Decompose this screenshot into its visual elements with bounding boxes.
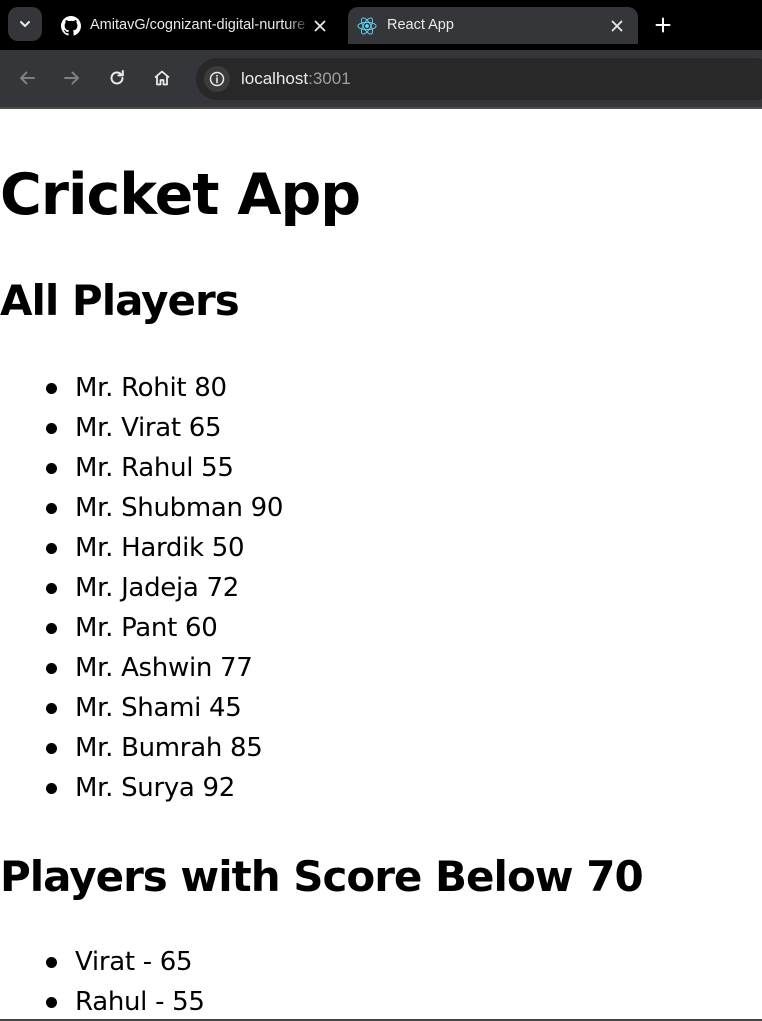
- list-item: Mr. Surya 92: [0, 768, 762, 808]
- bullet: [46, 543, 57, 554]
- address-bar[interactable]: localhost:3001: [196, 58, 762, 100]
- forward-button[interactable]: [61, 67, 83, 89]
- url-text: localhost:3001: [241, 58, 351, 100]
- player-entry: Virat - 65: [75, 947, 193, 977]
- tab-title: AmitavG/cognizant-digital-nurture: [90, 17, 306, 33]
- home-icon: [154, 70, 170, 86]
- page-title: Cricket App: [0, 162, 361, 228]
- list-item: Mr. Ashwin 77: [0, 648, 762, 688]
- reload-icon: [110, 70, 124, 85]
- below-70-list: Virat - 65 Rahul - 55: [0, 942, 762, 1021]
- list-item: Mr. Jadeja 72: [0, 568, 762, 608]
- player-entry: Mr. Hardik 50: [75, 533, 245, 563]
- url-host: localhost: [241, 69, 309, 88]
- page-content: Cricket App All Players Mr. Rohit 80 Mr.…: [0, 109, 762, 1021]
- tab-search-button[interactable]: [8, 7, 42, 41]
- player-entry: Mr. Rahul 55: [75, 453, 234, 483]
- reload-button[interactable]: [106, 67, 128, 89]
- list-item: Mr. Shubman 90: [0, 488, 762, 528]
- list-item: Mr. Rahul 55: [0, 448, 762, 488]
- bullet: [46, 997, 57, 1008]
- list-item: Mr. Shami 45: [0, 688, 762, 728]
- arrow-right-icon: [64, 71, 79, 85]
- bullet: [46, 583, 57, 594]
- player-entry: Mr. Bumrah 85: [75, 733, 263, 763]
- home-button[interactable]: [151, 67, 173, 89]
- arrow-left-icon: [20, 71, 35, 85]
- bullet: [46, 623, 57, 634]
- player-entry: Mr. Surya 92: [75, 773, 236, 803]
- github-icon: [61, 16, 81, 36]
- bullet: [46, 463, 57, 474]
- bullet: [46, 703, 57, 714]
- list-item: Mr. Bumrah 85: [0, 728, 762, 768]
- bullet: [46, 383, 57, 394]
- react-icon: [357, 16, 377, 36]
- player-entry: Mr. Pant 60: [75, 613, 218, 643]
- chevron-down-icon: [20, 21, 30, 27]
- player-entry: Rahul - 55: [75, 987, 205, 1017]
- bullet: [46, 423, 57, 434]
- tab-react-app[interactable]: React App: [348, 7, 638, 44]
- player-entry: Mr. Ashwin 77: [75, 653, 253, 683]
- tab-strip: AmitavG/cognizant-digital-nurture React …: [0, 0, 762, 50]
- below-70-heading: Players with Score Below 70: [0, 852, 644, 901]
- list-item: Mr. Rohit 80: [0, 368, 762, 408]
- bullet: [46, 663, 57, 674]
- player-entry: Mr. Rohit 80: [75, 373, 227, 403]
- list-item: Rahul - 55: [0, 982, 762, 1021]
- list-item: Mr. Virat 65: [0, 408, 762, 448]
- bullet: [46, 957, 57, 968]
- bullet: [46, 503, 57, 514]
- list-item: Virat - 65: [0, 942, 762, 982]
- site-info-icon[interactable]: [204, 66, 230, 92]
- all-players-heading: All Players: [0, 276, 240, 325]
- close-icon[interactable]: [607, 16, 627, 36]
- new-tab-button[interactable]: [652, 14, 674, 36]
- bullet: [46, 743, 57, 754]
- list-item: Mr. Hardik 50: [0, 528, 762, 568]
- player-entry: Mr. Shubman 90: [75, 493, 284, 523]
- player-entry: Mr. Virat 65: [75, 413, 222, 443]
- player-entry: Mr. Jadeja 72: [75, 573, 239, 603]
- player-entry: Mr. Shami 45: [75, 693, 242, 723]
- back-button[interactable]: [16, 67, 38, 89]
- plus-icon: [655, 17, 671, 33]
- tab-github[interactable]: AmitavG/cognizant-digital-nurture: [49, 7, 343, 44]
- tab-title: React App: [387, 17, 454, 33]
- bullet: [46, 783, 57, 794]
- browser-toolbar: localhost:3001: [0, 50, 762, 107]
- close-icon[interactable]: [310, 16, 330, 36]
- url-port: :3001: [308, 69, 351, 88]
- list-item: Mr. Pant 60: [0, 608, 762, 648]
- all-players-list: Mr. Rohit 80 Mr. Virat 65 Mr. Rahul 55 M…: [0, 368, 762, 808]
